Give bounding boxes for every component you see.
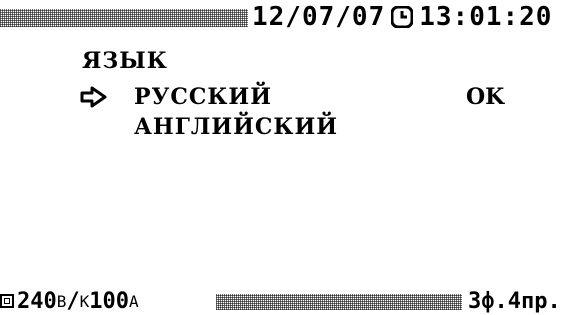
- menu-title: ЯЗЫК: [82, 48, 168, 74]
- wiring-mode: 3ф.4пр.: [468, 289, 561, 314]
- menu-item-label: РУССКИЙ: [134, 84, 273, 110]
- date-text: 12/07/07: [252, 2, 386, 32]
- datetime: 12/07/07 13:01:20: [252, 2, 553, 32]
- voltage-unit: В: [56, 291, 67, 311]
- measurement-range: 240 В / К 100 А: [0, 288, 139, 314]
- status-bar-pattern: [0, 9, 248, 27]
- range-separator: /: [66, 288, 80, 314]
- menu-item-status: OK: [466, 84, 505, 110]
- square-icon: [0, 294, 14, 308]
- clock-icon: [391, 6, 414, 28]
- current-value: 100: [89, 288, 130, 314]
- voltage-value: 240: [17, 288, 57, 314]
- status-bar: 12/07/07 13:01:20: [0, 0, 584, 34]
- bottom-bar-pattern: [216, 294, 462, 310]
- bottom-status-bar: 240 В / К 100 А 3ф.4пр.: [0, 282, 584, 315]
- menu-item-label: АНГЛИЙСКИЙ: [134, 114, 339, 140]
- current-prefix: К: [79, 291, 90, 311]
- time-text: 13:01:20: [419, 2, 553, 32]
- pointing-hand-icon: [80, 86, 107, 108]
- current-unit: А: [129, 291, 139, 311]
